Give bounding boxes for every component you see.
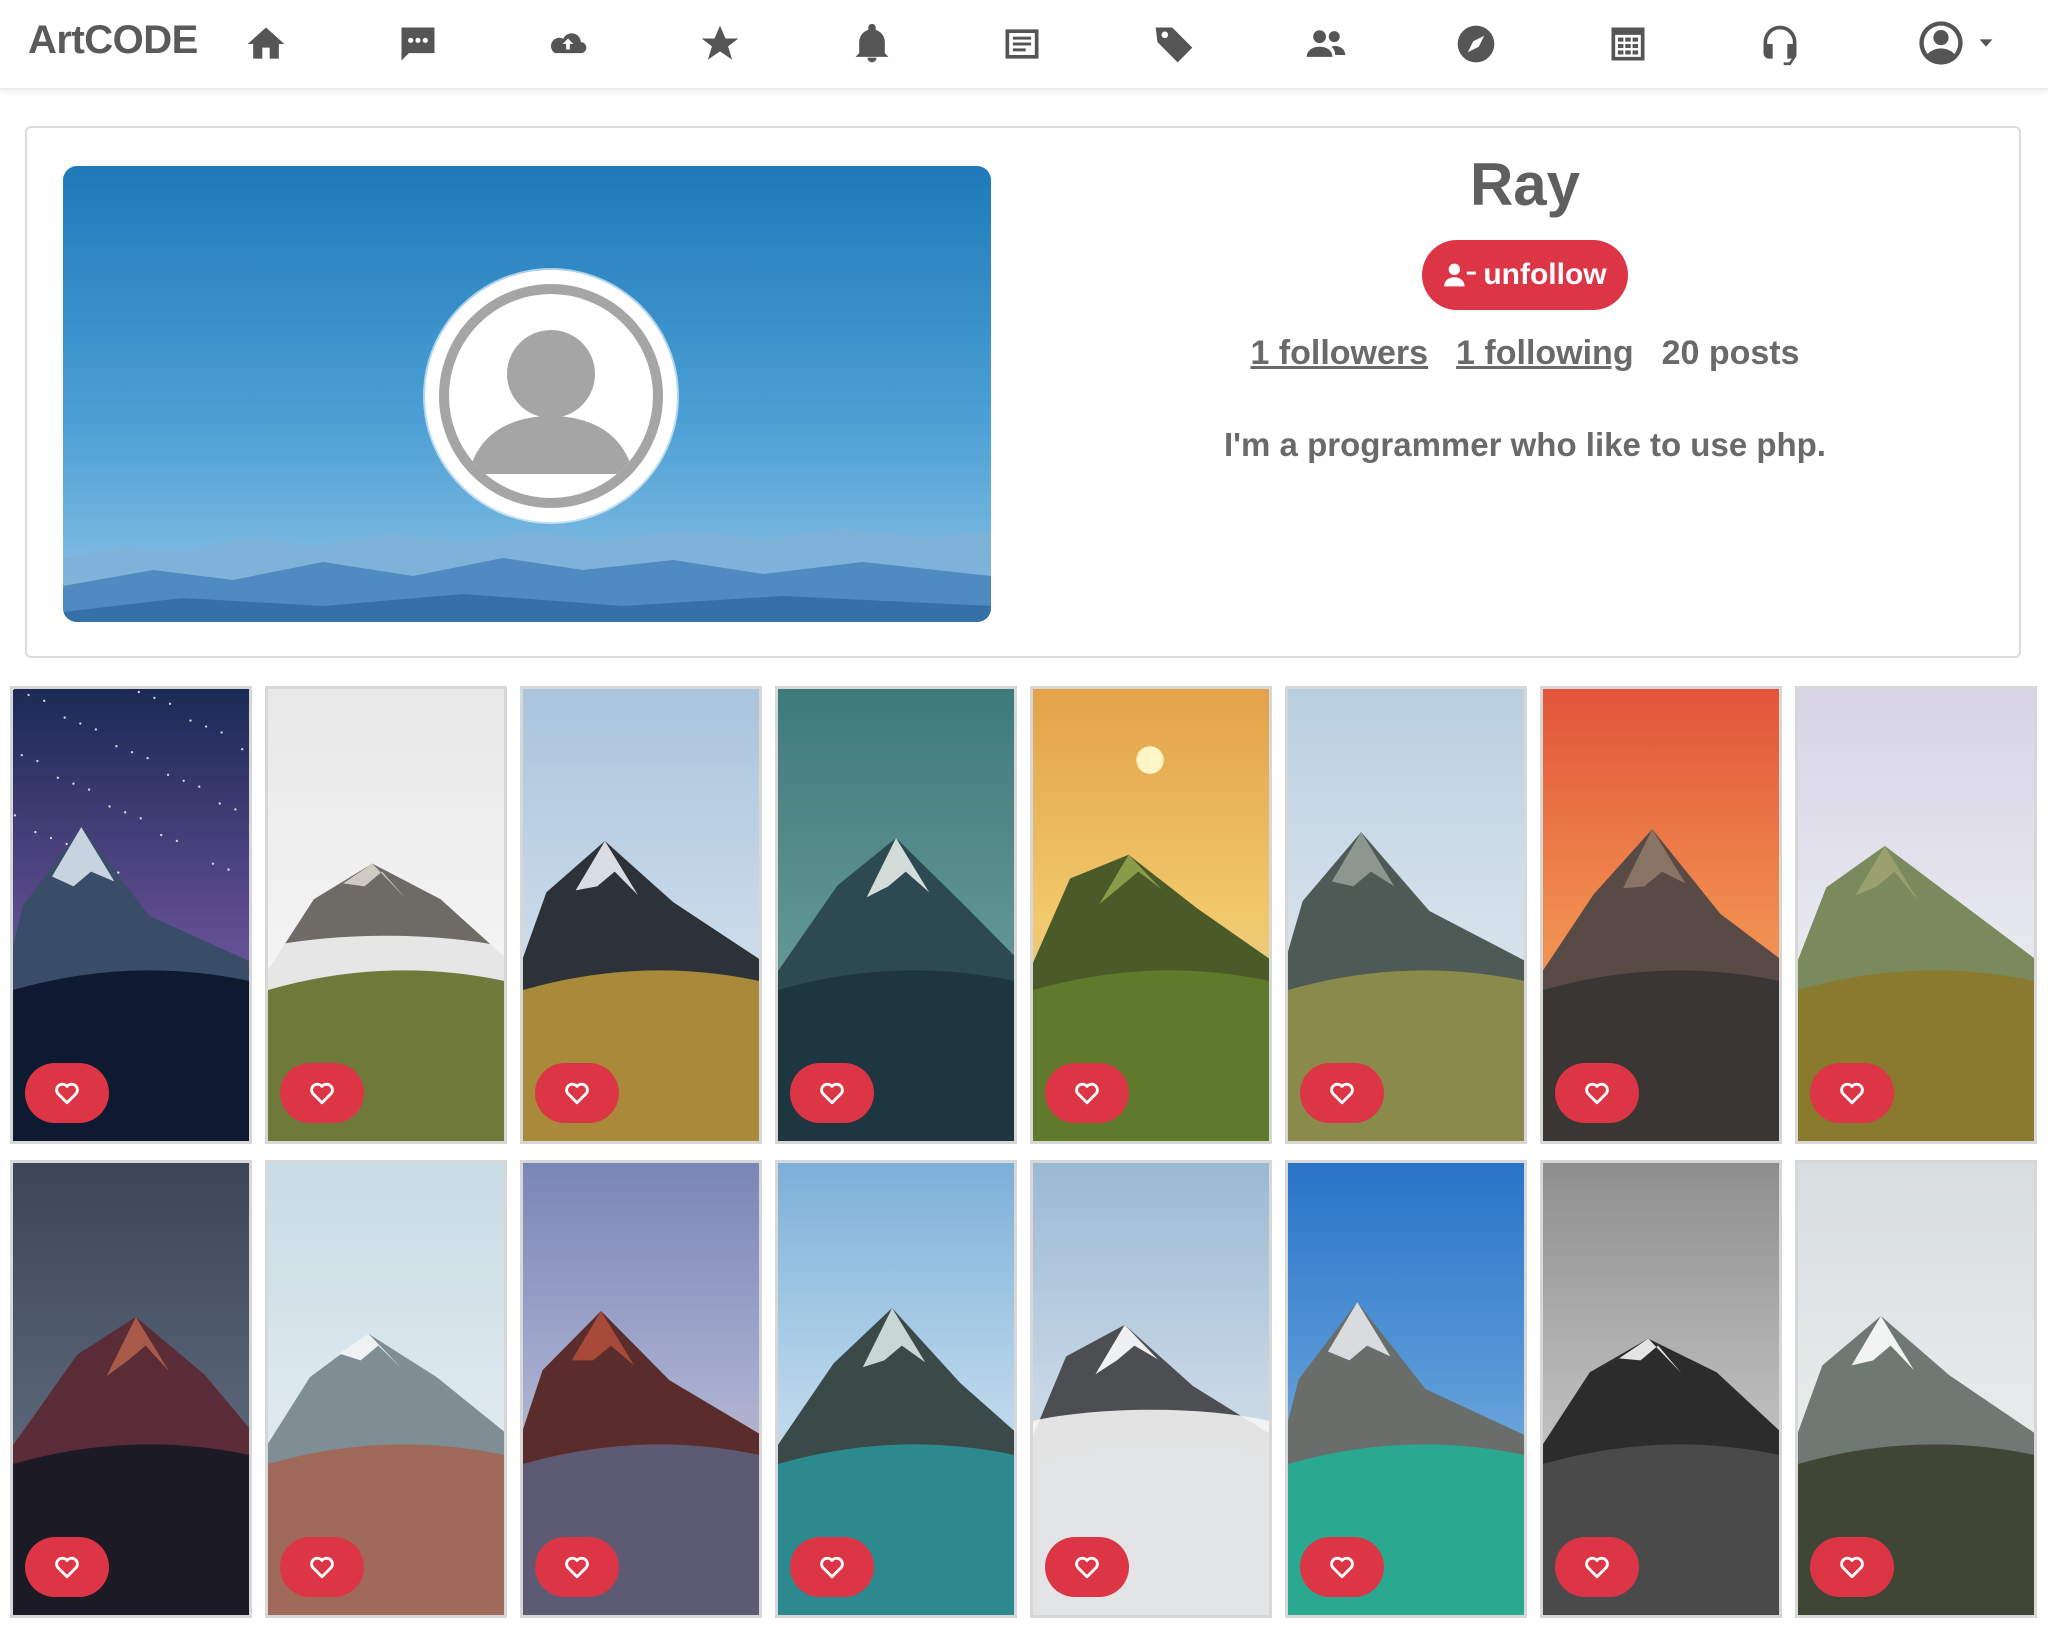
like-button[interactable] — [535, 1537, 619, 1597]
post-card[interactable] — [1795, 1160, 2037, 1618]
user-circle-icon — [1919, 21, 1963, 65]
heart-icon — [1585, 1556, 1609, 1579]
post-card[interactable] — [265, 686, 507, 1144]
heart-icon — [1840, 1082, 1864, 1105]
heart-icon — [1075, 1556, 1099, 1579]
like-button[interactable] — [1045, 1063, 1129, 1123]
heart-icon — [1585, 1082, 1609, 1105]
like-button[interactable] — [25, 1537, 109, 1597]
like-button[interactable] — [535, 1063, 619, 1123]
home-icon[interactable] — [242, 20, 290, 68]
heart-icon — [55, 1556, 79, 1579]
heart-icon — [1840, 1556, 1864, 1579]
like-button[interactable] — [790, 1537, 874, 1597]
like-button[interactable] — [280, 1063, 364, 1123]
cloud-upload-icon[interactable] — [544, 20, 592, 68]
post-card[interactable] — [1285, 1160, 1527, 1618]
profile-card: Ray unfollow 1 followers 1 following 20 po… — [25, 126, 2021, 658]
compass-icon[interactable] — [1452, 20, 1500, 68]
post-card[interactable] — [1540, 686, 1782, 1144]
heart-icon — [565, 1556, 589, 1579]
post-gallery — [10, 686, 2040, 1620]
tag-icon[interactable] — [1150, 20, 1198, 68]
like-button[interactable] — [1300, 1537, 1384, 1597]
post-card[interactable] — [1030, 686, 1272, 1144]
heart-icon — [1330, 1082, 1354, 1105]
heart-icon — [565, 1082, 589, 1105]
post-card[interactable] — [1285, 686, 1527, 1144]
like-button[interactable] — [1555, 1537, 1639, 1597]
heart-icon — [1075, 1082, 1099, 1105]
avatar[interactable] — [425, 270, 677, 522]
followers-link[interactable]: 1 followers — [1250, 334, 1428, 372]
star-icon[interactable] — [696, 20, 744, 68]
post-card[interactable] — [1030, 1160, 1272, 1618]
like-button[interactable] — [1555, 1063, 1639, 1123]
heart-icon — [310, 1082, 334, 1105]
post-card[interactable] — [775, 686, 1017, 1144]
profile-info: Ray unfollow 1 followers 1 following 20 po… — [1027, 128, 2023, 656]
bell-icon[interactable] — [848, 20, 896, 68]
post-card[interactable] — [1540, 1160, 1782, 1618]
brand-logo[interactable]: ArtCODE — [28, 18, 198, 63]
post-card[interactable] — [520, 1160, 762, 1618]
article-icon[interactable] — [998, 20, 1046, 68]
heart-icon — [1330, 1556, 1354, 1579]
heart-icon — [310, 1556, 334, 1579]
profile-cover-image — [63, 166, 991, 622]
post-card[interactable] — [265, 1160, 507, 1618]
user-minus-icon — [1444, 263, 1477, 287]
posts-count: 20 posts — [1661, 334, 1800, 372]
people-icon[interactable] — [1302, 20, 1350, 68]
chevron-down-icon — [1979, 39, 1993, 47]
following-link[interactable]: 1 following — [1456, 334, 1634, 372]
profile-name: Ray — [1469, 151, 1581, 218]
post-card[interactable] — [520, 686, 762, 1144]
like-button[interactable] — [790, 1063, 874, 1123]
heart-icon — [820, 1556, 844, 1579]
chat-icon[interactable] — [394, 20, 442, 68]
calendar-table-icon[interactable] — [1604, 20, 1652, 68]
post-card[interactable] — [1795, 686, 2037, 1144]
user-menu[interactable] — [1915, 16, 2015, 70]
top-navbar: ArtCODE — [0, 0, 2048, 90]
post-card[interactable] — [775, 1160, 1017, 1618]
unfollow-button[interactable]: unfollow — [1422, 240, 1628, 310]
headset-icon[interactable] — [1756, 20, 1804, 68]
post-card[interactable] — [10, 686, 252, 1144]
like-button[interactable] — [1810, 1537, 1894, 1597]
like-button[interactable] — [25, 1063, 109, 1123]
like-button[interactable] — [1300, 1063, 1384, 1123]
profile-bio: I'm a programmer who like to use php. — [1224, 426, 1826, 463]
post-card[interactable] — [10, 1160, 252, 1618]
like-button[interactable] — [1045, 1537, 1129, 1597]
like-button[interactable] — [1810, 1063, 1894, 1123]
default-avatar-icon — [469, 330, 633, 474]
heart-icon — [820, 1082, 844, 1105]
profile-stats: 1 followers 1 following 20 posts — [1027, 334, 2023, 373]
unfollow-label: unfollow — [1483, 258, 1607, 291]
heart-icon — [55, 1082, 79, 1105]
like-button[interactable] — [280, 1537, 364, 1597]
